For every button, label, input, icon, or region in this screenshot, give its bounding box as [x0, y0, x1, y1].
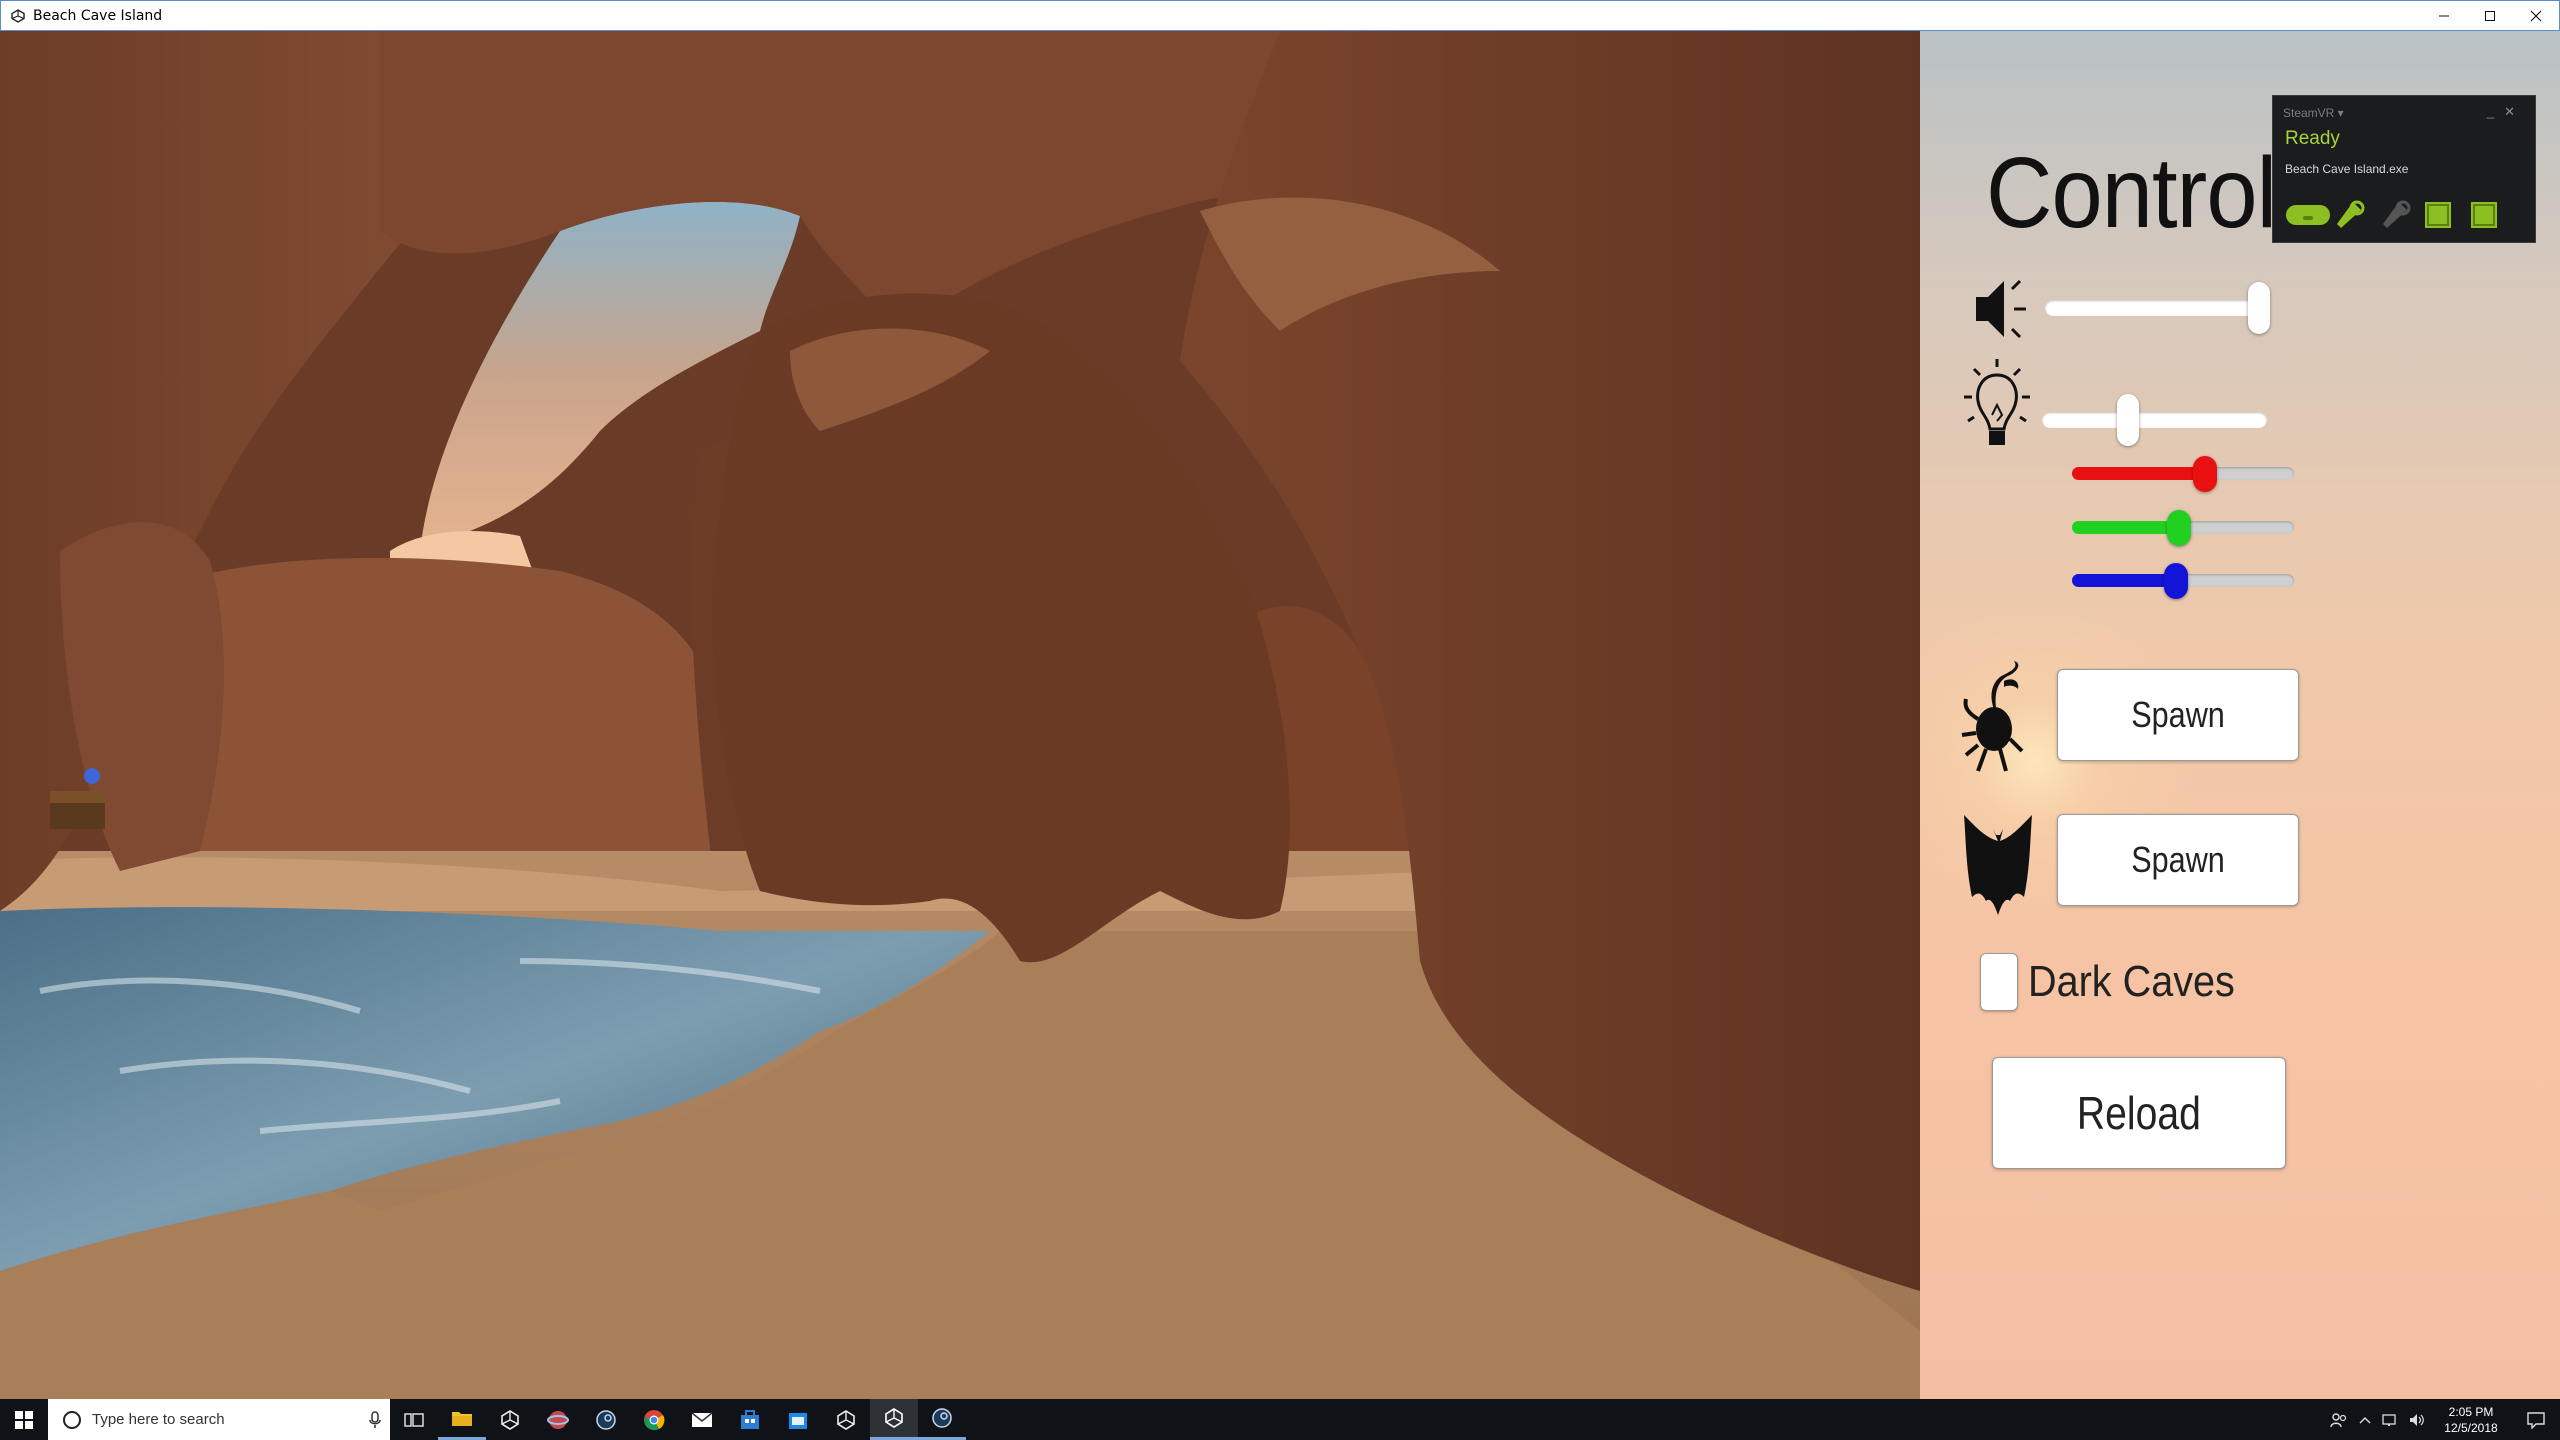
steam-icon[interactable]	[582, 1399, 630, 1440]
minimize-button[interactable]	[2421, 1, 2467, 30]
volume-icon[interactable]	[2404, 1413, 2430, 1427]
steamvr-app-name: Beach Cave Island.exe	[2285, 162, 2409, 176]
task-view-icon[interactable]	[390, 1399, 438, 1440]
store-icon[interactable]	[726, 1399, 774, 1440]
game-viewport[interactable]	[0, 31, 1920, 1399]
network-icon[interactable]	[2378, 1413, 2404, 1427]
volume-slider-handle[interactable]	[2248, 282, 2270, 334]
clock-time: 2:05 PM	[2448, 1404, 2494, 1419]
notification-center-icon[interactable]	[2512, 1399, 2560, 1440]
blue-color-slider[interactable]	[2072, 561, 2294, 601]
steam-icon[interactable]	[918, 1399, 966, 1440]
maximize-button[interactable]	[2467, 1, 2513, 30]
steamvr-status: Ready	[2285, 128, 2340, 149]
headset-icon[interactable]	[2285, 200, 2331, 230]
spawn-crab-button[interactable]: Spawn	[2057, 669, 2299, 761]
speaker-icon	[1970, 269, 2030, 354]
green-color-slider[interactable]	[2072, 508, 2294, 548]
light-intensity-slider[interactable]	[2042, 394, 2267, 446]
base-station-icon[interactable]	[2423, 200, 2469, 230]
red-slider-handle[interactable]	[2193, 456, 2217, 492]
steamvr-close-icon[interactable]: ✕	[2504, 104, 2525, 119]
clock-date: 12/5/2018	[2444, 1420, 2498, 1435]
close-icon	[2530, 10, 2542, 21]
unity-app-icon	[7, 5, 29, 27]
cave-scene-render	[0, 31, 1920, 1399]
windows-logo-icon	[15, 1410, 33, 1429]
spawn-bat-button[interactable]: Spawn	[2057, 814, 2299, 906]
unity-icon[interactable]	[822, 1399, 870, 1440]
unity-active-icon[interactable]	[870, 1399, 918, 1440]
crab-icon	[1960, 659, 2030, 784]
microphone-icon[interactable]	[360, 1410, 390, 1429]
reload-button[interactable]: Reload	[1992, 1057, 2286, 1169]
dark-caves-checkbox[interactable]	[1980, 953, 2018, 1011]
chevron-up-icon[interactable]	[2352, 1416, 2378, 1424]
maximize-icon	[2485, 10, 2495, 21]
steamvr-minimize-icon[interactable]: _	[2487, 104, 2504, 119]
spawn-crab-label: Spawn	[2131, 694, 2225, 735]
cortana-icon	[63, 1410, 81, 1429]
search-placeholder: Type here to search	[92, 1411, 225, 1428]
red-slider-fill	[2072, 467, 2205, 480]
steamvr-status-window[interactable]: SteamVR ▾ _✕ Ready Beach Cave Island.exe	[2272, 95, 2536, 243]
start-button[interactable]	[0, 1399, 48, 1440]
controller-icon[interactable]	[2331, 200, 2377, 230]
red-color-slider[interactable]	[2072, 454, 2294, 494]
base-station-icon[interactable]	[2469, 200, 2515, 230]
bat-icon	[1960, 811, 2036, 926]
chrome-icon[interactable]	[630, 1399, 678, 1440]
window-title-bar[interactable]: Beach Cave Island	[0, 0, 2560, 31]
controller-inactive-icon[interactable]	[2377, 200, 2423, 230]
taskbar-clock[interactable]: 2:05 PM 12/5/2018	[2430, 1404, 2512, 1436]
store-icon[interactable]	[774, 1399, 822, 1440]
windows-taskbar: Type here to search 2:05 PM 12/5/2018	[0, 1399, 2560, 1440]
lightbulb-icon	[1962, 357, 2032, 472]
mail-icon[interactable]	[678, 1399, 726, 1440]
dark-caves-label: Dark Caves	[2028, 957, 2235, 1006]
light-intensity-slider-handle[interactable]	[2117, 394, 2139, 446]
green-slider-handle[interactable]	[2167, 510, 2191, 546]
taskbar-search-box[interactable]: Type here to search	[48, 1399, 390, 1440]
minimize-icon	[2439, 15, 2449, 16]
panel-title: Controls	[1986, 137, 2322, 249]
blue-slider-handle[interactable]	[2164, 563, 2188, 599]
blue-slider-fill	[2072, 574, 2176, 587]
close-button[interactable]	[2513, 1, 2559, 30]
app-icon[interactable]	[534, 1399, 582, 1440]
reload-label: Reload	[2077, 1087, 2201, 1139]
people-icon[interactable]	[2326, 1412, 2352, 1428]
window-title: Beach Cave Island	[33, 7, 163, 24]
spawn-bat-label: Spawn	[2131, 839, 2225, 880]
green-slider-fill	[2072, 521, 2179, 534]
volume-slider[interactable]	[2045, 282, 2270, 334]
file-explorer-icon[interactable]	[438, 1399, 486, 1440]
unity-icon[interactable]	[486, 1399, 534, 1440]
steamvr-menu[interactable]: SteamVR ▾	[2283, 106, 2344, 120]
